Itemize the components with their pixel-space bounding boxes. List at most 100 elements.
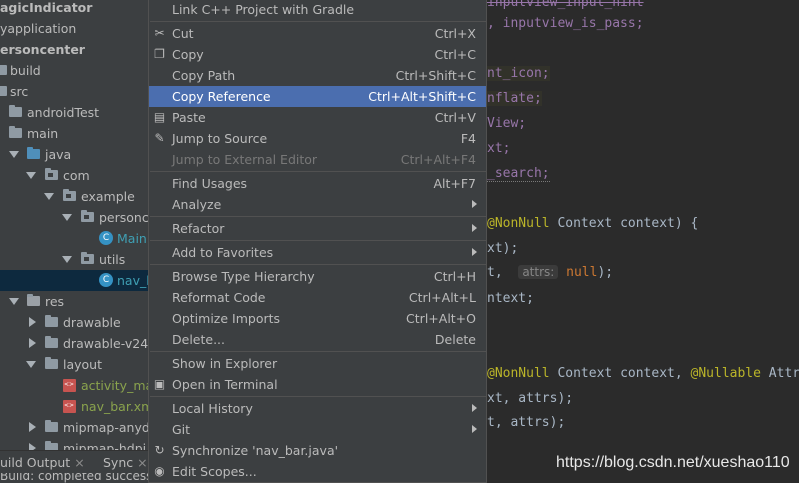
chevron-down-icon[interactable] bbox=[44, 193, 54, 200]
tree-item-main-class[interactable]: C Main bbox=[0, 228, 160, 249]
menu-item-add-to-favorites[interactable]: Add to Favorites bbox=[149, 242, 486, 263]
menu-separator bbox=[150, 264, 486, 265]
menu-item-refactor[interactable]: Refactor bbox=[149, 218, 486, 239]
tree-item-label: drawable-v24 bbox=[63, 336, 149, 351]
terminal-icon: ▣ bbox=[153, 377, 166, 391]
menu-item-link-cpp[interactable]: Link C++ Project with Gradle bbox=[149, 0, 486, 20]
menu-item-open-in-terminal[interactable]: ▣ Open in Terminal bbox=[149, 374, 486, 395]
tree-item-label: build bbox=[10, 63, 41, 78]
chevron-right-icon[interactable] bbox=[29, 422, 36, 432]
code-line: View; bbox=[487, 116, 527, 131]
chevron-down-icon[interactable] bbox=[9, 298, 19, 305]
menu-item-edit-scopes[interactable]: ◉ Edit Scopes... bbox=[149, 461, 486, 482]
folder-icon bbox=[9, 105, 22, 117]
menu-item-optimize-imports[interactable]: Optimize Imports Ctrl+Alt+O bbox=[149, 308, 486, 329]
menu-item-local-history[interactable]: Local History bbox=[149, 398, 486, 419]
code-editor[interactable]: inputview_input_hint , inputview_is_pass… bbox=[487, 0, 799, 483]
code-line: t, attrs); bbox=[487, 415, 566, 430]
tree-item-label: personc bbox=[99, 210, 149, 225]
tree-item-activity-main-xml[interactable]: activity_mai bbox=[0, 375, 160, 396]
tree-item-java[interactable]: java bbox=[0, 144, 160, 165]
menu-item-label: Copy Path bbox=[172, 68, 236, 83]
tree-item-nav-bar-class[interactable]: C nav_b bbox=[0, 270, 160, 291]
tab-build-output[interactable]: uild Output × bbox=[0, 455, 85, 470]
submenu-arrow-icon bbox=[472, 224, 477, 232]
chevron-right-icon[interactable] bbox=[29, 443, 36, 450]
menu-item-label: Reformat Code bbox=[172, 290, 266, 305]
menu-item-label: Show in Explorer bbox=[172, 356, 278, 371]
menu-item-paste[interactable]: ▤ Paste Ctrl+V bbox=[149, 107, 486, 128]
tree-item-drawable-v24[interactable]: drawable-v24 bbox=[0, 333, 160, 354]
menu-item-shortcut: Alt+F7 bbox=[433, 176, 476, 191]
tree-item-utils[interactable]: utils bbox=[0, 249, 160, 270]
chevron-down-icon[interactable] bbox=[62, 214, 72, 221]
tree-item-mipmap-anydpi[interactable]: mipmap-anydp bbox=[0, 417, 160, 438]
chevron-down-icon[interactable] bbox=[62, 256, 72, 263]
code-line: inputview_input_hint bbox=[487, 0, 644, 10]
chevron-down-icon[interactable] bbox=[26, 172, 36, 179]
tree-item-res[interactable]: res bbox=[0, 291, 160, 312]
parameter-hint: attrs: bbox=[518, 265, 559, 279]
chevron-right-icon[interactable] bbox=[29, 317, 36, 327]
tree-item-module[interactable]: yapplication bbox=[0, 18, 160, 39]
tree-item-label: mipmap-anydp bbox=[63, 420, 158, 435]
tree-item-main[interactable]: main bbox=[0, 123, 160, 144]
tree-item-androidtest[interactable]: androidTest bbox=[0, 102, 160, 123]
code-line: nt_icon; bbox=[487, 66, 550, 81]
menu-item-delete[interactable]: Delete... Delete bbox=[149, 329, 486, 350]
tree-item-com[interactable]: com bbox=[0, 165, 160, 186]
menu-item-find-usages[interactable]: Find Usages Alt+F7 bbox=[149, 173, 486, 194]
tree-item-build[interactable]: build bbox=[0, 60, 160, 81]
menu-item-jump-to-source[interactable]: ✎ Jump to Source F4 bbox=[149, 128, 486, 149]
folder-icon bbox=[45, 357, 58, 369]
close-icon[interactable]: × bbox=[74, 455, 84, 470]
tree-item-label: src bbox=[10, 84, 29, 99]
menu-item-analyze[interactable]: Analyze bbox=[149, 194, 486, 215]
tree-item-label: com bbox=[63, 168, 90, 183]
menu-item-cut[interactable]: ✂ Cut Ctrl+X bbox=[149, 23, 486, 44]
tree-item-drawable[interactable]: drawable bbox=[0, 312, 160, 333]
close-icon[interactable]: × bbox=[137, 455, 147, 470]
pencil-icon: ✎ bbox=[154, 131, 165, 145]
menu-item-synchronize[interactable]: ↻ Synchronize 'nav_bar.java' bbox=[149, 440, 486, 461]
menu-item-jump-to-external-editor[interactable]: Jump to External Editor Ctrl+Alt+F4 bbox=[149, 149, 486, 170]
menu-item-copy-reference[interactable]: Copy Reference Ctrl+Alt+Shift+C bbox=[149, 86, 486, 107]
project-tree[interactable]: agicIndicator yapplication ersoncenter b… bbox=[0, 0, 160, 450]
tab-sync[interactable]: Sync × bbox=[103, 455, 148, 470]
tree-item-nav-bar-xml[interactable]: nav_bar.xm bbox=[0, 396, 160, 417]
menu-item-copy-path[interactable]: Copy Path Ctrl+Shift+C bbox=[149, 65, 486, 86]
menu-item-git[interactable]: Git bbox=[149, 419, 486, 440]
context-menu[interactable]: Link C++ Project with Gradle ✂ Cut Ctrl+… bbox=[148, 0, 487, 483]
tree-item-layout[interactable]: layout bbox=[0, 354, 160, 375]
xml-file-icon bbox=[63, 379, 76, 392]
tab-label: uild Output bbox=[0, 455, 71, 470]
tree-item-label: layout bbox=[63, 357, 103, 372]
tree-item-example[interactable]: example bbox=[0, 186, 160, 207]
menu-item-shortcut: Ctrl+Alt+F4 bbox=[400, 152, 476, 167]
tree-item-personcenter[interactable]: personc bbox=[0, 207, 160, 228]
tree-item-module[interactable]: ersoncenter bbox=[0, 39, 160, 60]
tree-item-module[interactable]: agicIndicator bbox=[0, 0, 160, 18]
chevron-right-icon[interactable] bbox=[29, 338, 36, 348]
menu-item-label: Browse Type Hierarchy bbox=[172, 269, 315, 284]
menu-item-label: Local History bbox=[172, 401, 253, 416]
menu-item-label: Open in Terminal bbox=[172, 377, 278, 392]
tree-item-label: ersoncenter bbox=[0, 42, 85, 57]
menu-item-copy[interactable]: ❐ Copy Ctrl+C bbox=[149, 44, 486, 65]
menu-item-browse-type-hierarchy[interactable]: Browse Type Hierarchy Ctrl+H bbox=[149, 266, 486, 287]
menu-item-label: Git bbox=[172, 422, 191, 437]
package-icon bbox=[81, 252, 94, 264]
code-line: , inputview_is_pass; bbox=[487, 16, 644, 31]
chevron-down-icon[interactable] bbox=[9, 151, 19, 158]
build-status-text: Build: completed successfully bbox=[0, 473, 148, 483]
menu-item-reformat-code[interactable]: Reformat Code Ctrl+Alt+L bbox=[149, 287, 486, 308]
menu-item-show-in-explorer[interactable]: Show in Explorer bbox=[149, 353, 486, 374]
code-line: xt; bbox=[487, 141, 511, 156]
tree-item-src[interactable]: src bbox=[0, 81, 160, 102]
menu-item-label: Jump to Source bbox=[172, 131, 268, 146]
tree-item-mipmap-hdpi[interactable]: mipmap-hdpi bbox=[0, 438, 160, 450]
folder-icon bbox=[45, 315, 58, 327]
submenu-arrow-icon bbox=[472, 404, 477, 412]
paste-icon: ▤ bbox=[153, 110, 166, 124]
chevron-down-icon[interactable] bbox=[26, 361, 36, 368]
